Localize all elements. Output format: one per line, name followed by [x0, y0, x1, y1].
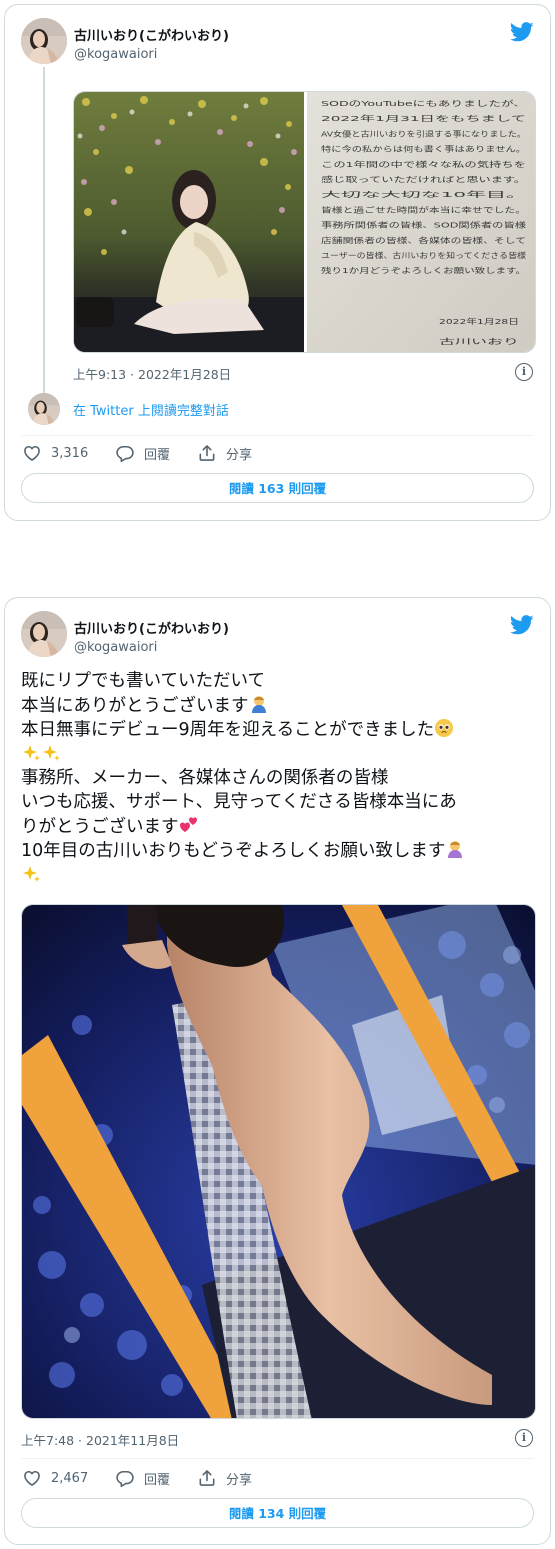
- tweet-line: 事務所、メーカー、各媒体さんの関係者の皆様: [21, 768, 389, 789]
- reply-label: 回覆: [144, 447, 171, 463]
- author-handle[interactable]: @kogawaiori: [74, 640, 157, 655]
- note-line: 皆様と過ごせた時間が本当に幸せでした。: [321, 205, 526, 214]
- share-label: 分享: [226, 1472, 253, 1488]
- share-label: 分享: [226, 447, 253, 463]
- heart-icon: [22, 1468, 42, 1488]
- tweet-timestamp[interactable]: 上午7:48 · 2021年11月8日: [21, 1430, 179, 1449]
- photo-handwritten-note: SODのYouTubeにもありましたが、 2022年1月31日をもちまして AV女優…: [307, 92, 535, 352]
- tweet-photo-pair: SODのYouTubeにもありましたが、 2022年1月31日をもちまして AV女優…: [74, 92, 535, 352]
- twitter-bird-icon[interactable]: [510, 615, 534, 635]
- tweet-line: いつも応援、サポート、見守ってくださる皆様本当にあ: [21, 791, 457, 812]
- tweet-line: 10年目の古川いおりもどうぞよろしくお願い致します: [21, 839, 541, 864]
- author-avatar[interactable]: [21, 611, 67, 657]
- divider: [21, 435, 534, 436]
- photo-flower-garden: [74, 92, 304, 352]
- twitter-bird-icon[interactable]: [510, 22, 534, 42]
- author-name[interactable]: 古川いおり(こがわいおり): [74, 25, 229, 44]
- share-button[interactable]: 分享: [197, 1468, 252, 1488]
- info-icon[interactable]: i: [515, 363, 533, 381]
- tweet-line: 本日無事にデビュー9周年を迎えることができました: [21, 718, 541, 743]
- like-button[interactable]: 2,467: [22, 1468, 88, 1488]
- tweet-line: 本当にありがとうございます: [21, 694, 541, 719]
- tweet-line: [21, 743, 541, 768]
- sparkles-emoji: [23, 744, 40, 761]
- note-line: ユーザーの皆様、古川いおりを知ってくださる皆様: [321, 251, 527, 260]
- like-count: 2,467: [51, 1470, 89, 1486]
- author-name[interactable]: 古川いおり(こがわいおり): [74, 618, 229, 637]
- tweet-line: 既にリプでも書いていただいて: [21, 671, 265, 691]
- tweet-text: 既にリプでも書いていただいて 本当にありがとうございます 本日無事にデビュー9周…: [21, 670, 541, 888]
- read-replies-suffix: 則回覆: [284, 1506, 327, 1521]
- author-handle[interactable]: @kogawaiori: [74, 47, 157, 62]
- note-signature-line: 古川いおり: [439, 337, 519, 346]
- note-signature-line: 2022年1月28日: [439, 317, 519, 326]
- like-count: 3,316: [51, 445, 89, 461]
- note-line: 事務所関係者の皆様、SOD関係者の皆様: [321, 221, 527, 230]
- author-avatar[interactable]: [21, 18, 67, 64]
- like-button[interactable]: 3,316: [22, 443, 88, 463]
- read-replies-suffix: 則回覆: [284, 481, 327, 496]
- share-upload-icon: [197, 443, 217, 463]
- sparkles-emoji: [43, 744, 60, 761]
- read-replies-button[interactable]: 閱讀 163 則回覆: [21, 473, 534, 503]
- thread-connector-line: [43, 67, 45, 394]
- bowing-person-emoji: [251, 695, 266, 713]
- note-line: AV女優と古川いおりを引退する事になりました。: [321, 129, 526, 138]
- thread-avatar[interactable]: [28, 393, 60, 425]
- read-replies-prefix: 閱讀: [228, 481, 259, 496]
- read-replies-count: 163: [258, 481, 285, 496]
- tweet-card-2: 古川いおり(こがわいおり) @kogawaiori 既にリプでも書いていただいて…: [4, 597, 551, 1545]
- note-line: 店舗関係者の皆様、各媒体の皆様、そして: [321, 236, 526, 245]
- note-line: 2022年1月31日をもちまして: [321, 114, 526, 123]
- read-replies-count: 134: [258, 1506, 285, 1521]
- note-line: 感じ取っていただければと思います。: [321, 175, 526, 184]
- reply-button[interactable]: 回覆: [115, 1468, 170, 1488]
- tweet-card-1: 古川いおり(こがわいおり) @kogawaiori SODのYouTubeにもあ…: [4, 4, 551, 521]
- tweet-line: [21, 864, 541, 889]
- note-line: 特に今の私からは何も書く事はありません。: [321, 145, 526, 154]
- note-line: 残り1か月どうぞよろしくお願い致します。: [321, 266, 526, 275]
- read-replies-button[interactable]: 閱讀 134 則回覆: [21, 1498, 534, 1528]
- read-full-conversation-link[interactable]: 在 Twitter 上閱讀完整對話: [73, 400, 229, 419]
- pleading-face-emoji: [435, 719, 454, 738]
- info-icon[interactable]: i: [515, 1429, 533, 1447]
- bowing-person-emoji: [448, 841, 463, 859]
- reply-button[interactable]: 回覆: [115, 443, 170, 463]
- tweet-line: りがとうございます: [21, 815, 541, 840]
- divider: [21, 1458, 534, 1459]
- speech-bubble-icon: [115, 1468, 135, 1488]
- reply-label: 回覆: [144, 1472, 171, 1488]
- two-hearts-emoji: [179, 816, 197, 832]
- share-button[interactable]: 分享: [197, 443, 252, 463]
- sparkles-emoji: [23, 865, 40, 882]
- share-upload-icon: [197, 1468, 217, 1488]
- tweet-timestamp[interactable]: 上午9:13 · 2022年1月28日: [73, 364, 231, 383]
- note-line: SODのYouTubeにもありましたが、: [321, 99, 526, 108]
- speech-bubble-icon: [115, 443, 135, 463]
- read-replies-prefix: 閱讀: [228, 1506, 259, 1521]
- heart-icon: [22, 443, 42, 463]
- tweet-photo: [22, 905, 535, 1418]
- tweet-media[interactable]: [21, 904, 536, 1419]
- note-line: この1年間の中で様々な私の気持ちを: [321, 160, 526, 169]
- tweet-media[interactable]: SODのYouTubeにもありましたが、 2022年1月31日をもちまして AV女優…: [73, 91, 536, 353]
- note-line: 大切な大切な10年目。: [321, 190, 526, 199]
